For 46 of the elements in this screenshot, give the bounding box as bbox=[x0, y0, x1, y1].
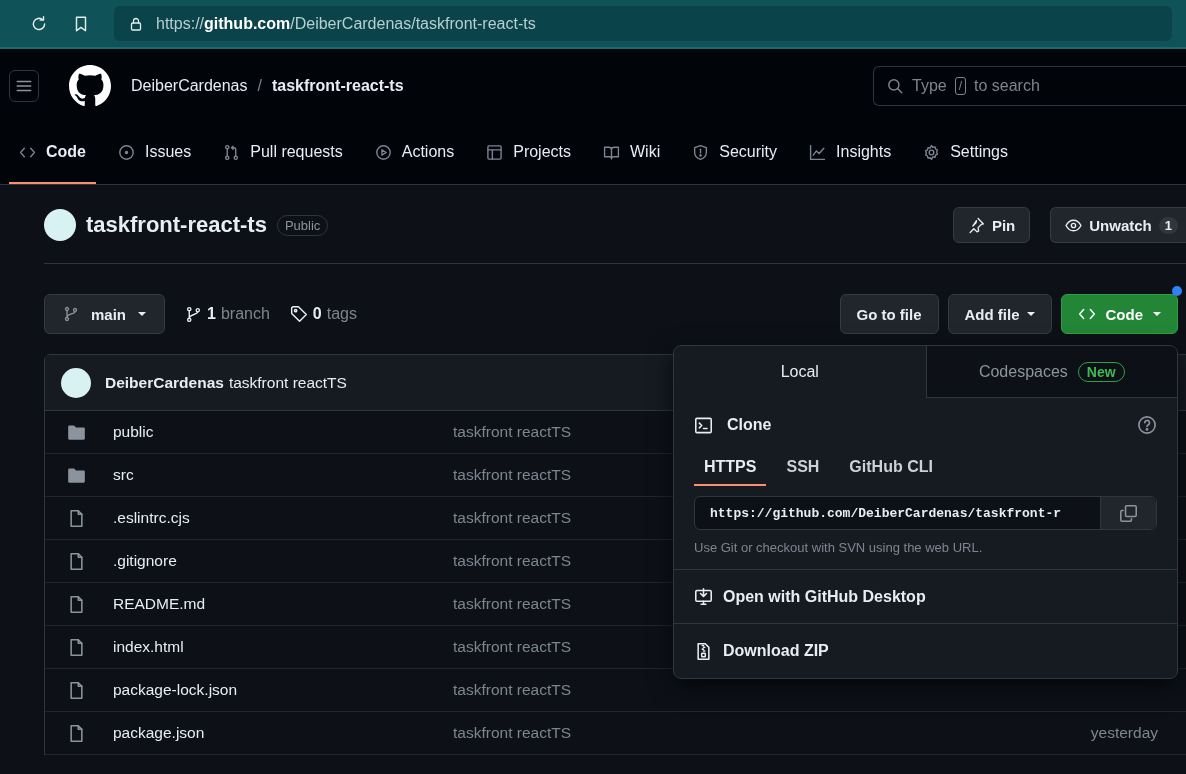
nav-tab[interactable]: Code bbox=[9, 122, 96, 184]
go-to-file-button[interactable]: Go to file bbox=[839, 294, 939, 334]
watcher-count: 1 bbox=[1158, 216, 1178, 234]
pin-button[interactable]: Pin bbox=[952, 207, 1031, 243]
commit-date: yesterday bbox=[1090, 724, 1159, 742]
clone-title: Clone bbox=[727, 416, 772, 434]
nav-tab[interactable]: Wiki bbox=[593, 122, 671, 184]
code-button[interactable]: Code bbox=[1060, 294, 1178, 334]
commit-message[interactable]: taskfront reactTS bbox=[453, 724, 1091, 742]
repo-link[interactable]: taskfront-react-ts bbox=[271, 76, 404, 95]
nav-tab[interactable]: Issues bbox=[108, 122, 202, 184]
branch-button[interactable]: main bbox=[44, 294, 165, 334]
file-name[interactable]: package.json bbox=[113, 724, 453, 742]
file-name[interactable]: package-lock.json bbox=[113, 681, 453, 699]
file-name[interactable]: index.html bbox=[113, 638, 453, 656]
commit-author[interactable]: DeiberCardenas bbox=[105, 373, 224, 392]
file-name[interactable]: src bbox=[113, 466, 453, 484]
nav-tab[interactable]: Actions bbox=[364, 122, 465, 184]
nav-tab[interactable]: Security bbox=[682, 122, 788, 184]
protocol-tab[interactable]: SSH bbox=[776, 450, 830, 486]
unwatch-button[interactable]: Unwatch 1 bbox=[1050, 207, 1186, 243]
add-file-button[interactable]: Add file bbox=[947, 294, 1052, 334]
commit-message[interactable]: taskfront reactTS bbox=[453, 681, 1186, 699]
commit-message[interactable]: taskfront reactTS bbox=[228, 373, 347, 392]
file-name[interactable]: .gitignore bbox=[113, 552, 453, 570]
protocol-tab[interactable]: HTTPS bbox=[694, 450, 767, 486]
file-name[interactable]: .eslintrc.cjs bbox=[113, 509, 453, 527]
dropdown-tab[interactable]: Local bbox=[674, 346, 926, 398]
file-name[interactable]: README.md bbox=[113, 595, 453, 613]
address-bar[interactable]: https://github.com/DeiberCardenas/taskfront-react-ts bbox=[114, 6, 1172, 41]
protocol-tab[interactable]: GitHub CLI bbox=[839, 450, 943, 486]
repo-title[interactable]: taskfront-react-ts bbox=[86, 212, 267, 238]
nav-tab[interactable]: Settings bbox=[913, 122, 1018, 184]
nav-tab[interactable]: Insights bbox=[799, 122, 902, 184]
dropdown-item[interactable]: Open with GitHub Desktop bbox=[674, 570, 1177, 624]
owner-link[interactable]: DeiberCardenas bbox=[131, 76, 248, 95]
nav-tab[interactable]: Projects bbox=[476, 122, 581, 184]
dropdown-tab[interactable]: Codespaces New bbox=[925, 346, 1177, 398]
clone-hint: Use Git or checkout with SVN using the web URL. bbox=[694, 540, 984, 555]
tags-link[interactable]: 0 tags bbox=[289, 305, 357, 323]
breadcrumb-separator: / bbox=[257, 76, 262, 95]
file-name[interactable]: public bbox=[113, 423, 453, 441]
branches-link[interactable]: 1 branch bbox=[185, 305, 270, 323]
nav-tab[interactable]: Pull requests bbox=[213, 122, 353, 184]
dropdown-item[interactable]: Download ZIP bbox=[674, 624, 1177, 678]
search-field[interactable]: Type / to search bbox=[873, 65, 1186, 106]
